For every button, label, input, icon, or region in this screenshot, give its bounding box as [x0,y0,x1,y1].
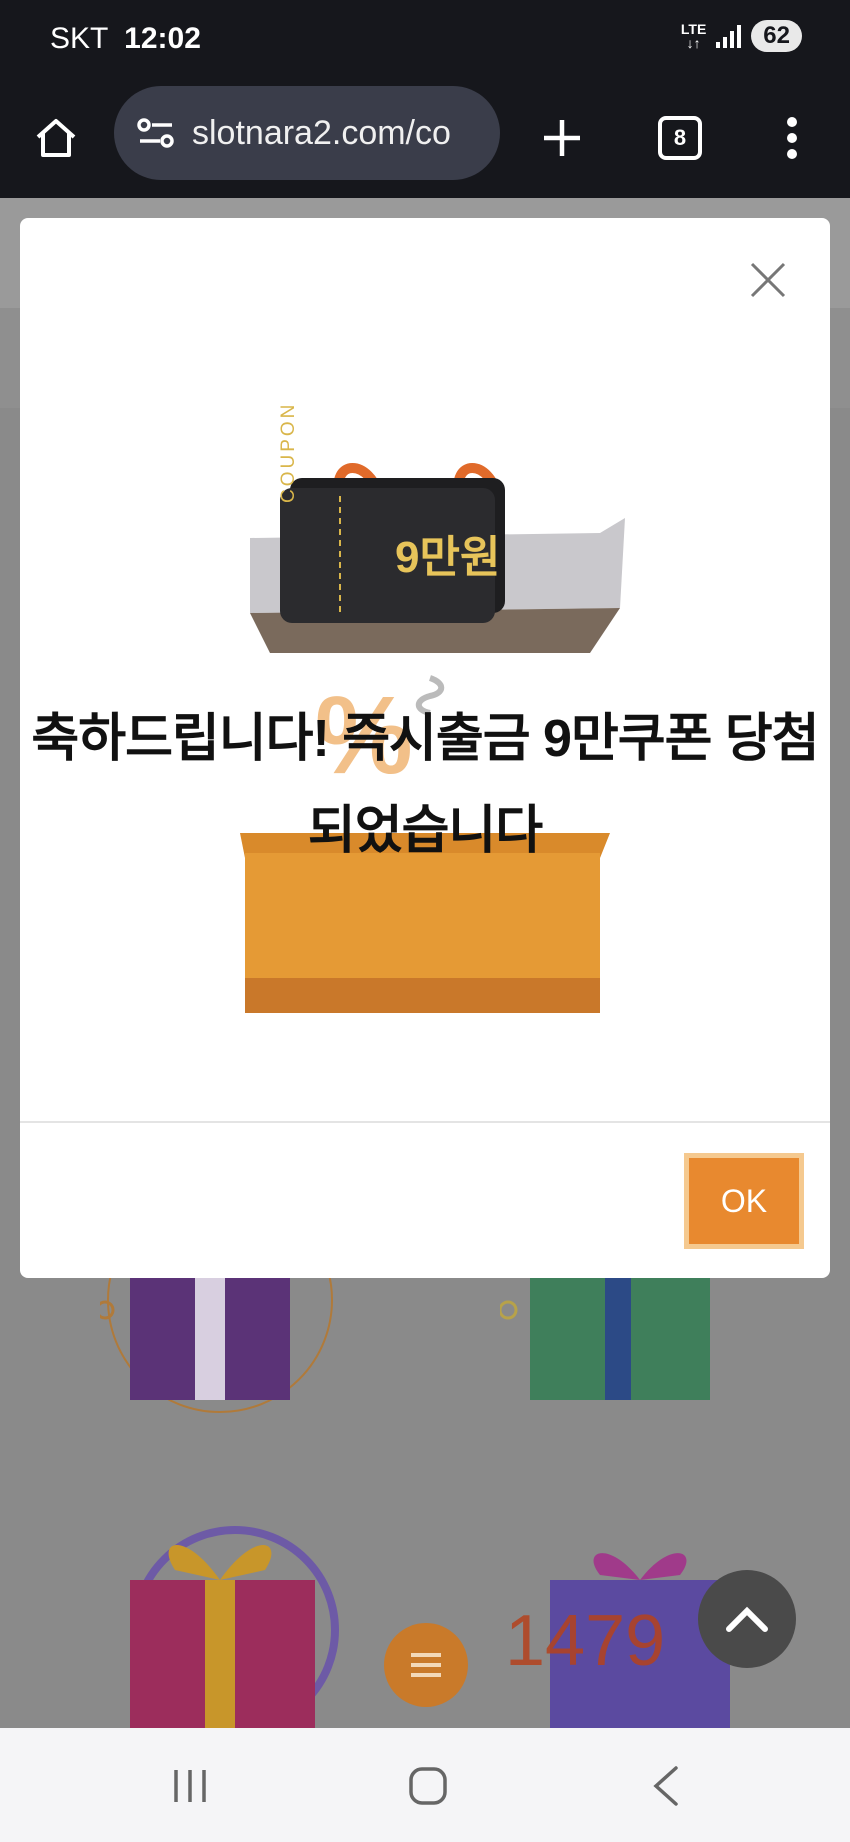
congratulations-headline: 축하드립니다! 즉시출금 9만쿠폰 당첨 되었습니다 [31,710,819,860]
gift-box-purple-icon [100,1270,333,1413]
ok-button[interactable]: OK [684,1153,804,1249]
clock: 12:02 [124,22,201,55]
status-bar: SKT 12:02 LTE ↓↑ 62 [0,0,850,80]
new-tab-icon[interactable] [530,106,594,170]
counter-text: 1479 [505,1601,666,1681]
system-nav-bar [0,1728,850,1842]
address-bar[interactable]: slotnara2.com/co [114,86,500,180]
more-options-icon[interactable] [760,106,824,170]
status-right: LTE ↓↑ 62 [681,20,802,52]
coupon-modal: % COUPON 9만원 축하드립니다! 즉시출금 9만쿠폰 당첨 되었습니다 … [20,218,830,1278]
network-type: LTE ↓↑ [680,21,707,51]
floating-menu-button[interactable] [384,1623,468,1707]
recent-apps-icon[interactable] [160,1758,220,1814]
battery-indicator: 62 [751,20,802,52]
back-icon[interactable] [636,1758,696,1814]
home-icon[interactable] [24,106,88,170]
signal-icon [716,24,742,48]
browser-toolbar: slotnara2.com/co 8 [0,80,850,198]
gift-box-pink-icon [130,1526,339,1730]
home-nav-icon[interactable] [398,1758,458,1814]
close-icon[interactable] [748,260,788,300]
coupon-tag: COUPON [278,401,299,503]
chevron-up-icon [726,1606,768,1632]
site-settings-icon[interactable] [134,111,178,155]
menu-icon [411,1663,441,1667]
coupon-amount: 9만원 [395,533,501,582]
url-text: slotnara2.com/co [192,113,451,152]
modal-divider [20,1121,830,1123]
scroll-to-top-button[interactable] [698,1570,796,1668]
tab-switcher-button[interactable]: 8 [648,106,712,170]
gift-box-green-icon [500,1270,710,1400]
tab-count: 8 [658,116,702,160]
status-left: SKT 12:02 [50,22,201,56]
carrier-label: SKT [50,22,108,55]
